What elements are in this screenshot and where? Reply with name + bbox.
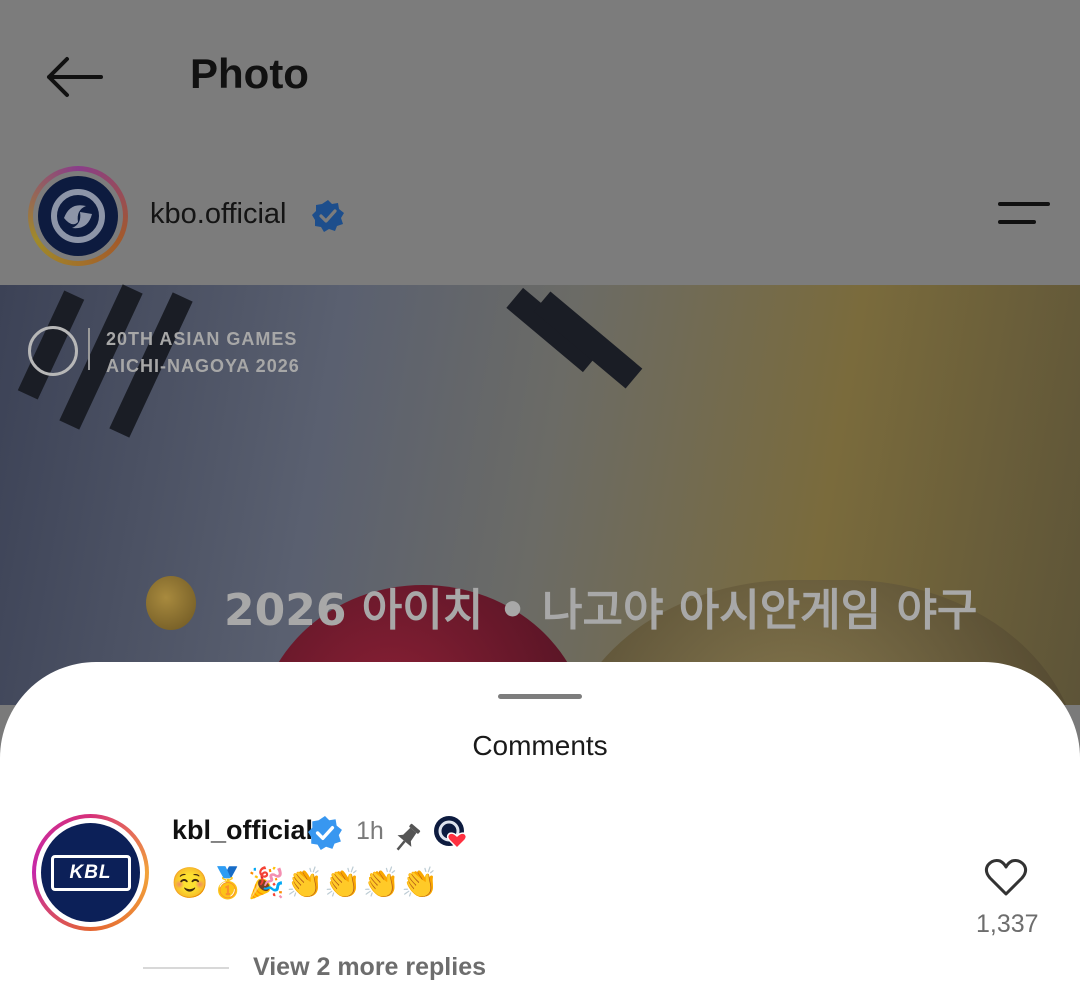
page-title: Photo	[190, 50, 309, 97]
verified-badge-icon	[308, 816, 342, 850]
view-replies-button[interactable]: View 2 more replies	[253, 953, 486, 982]
hamburger-menu-icon	[998, 202, 1050, 206]
verified-badge-icon	[312, 200, 344, 232]
comment-time: 1h	[356, 817, 384, 845]
gold-medal-icon	[146, 576, 196, 630]
post-author-avatar[interactable]	[28, 166, 128, 266]
comments-title: Comments	[472, 730, 608, 761]
top-bar	[0, 0, 1080, 150]
arrow-left-icon	[47, 57, 103, 97]
pin-icon	[396, 823, 421, 851]
post-username[interactable]: kbo.official	[150, 198, 287, 231]
photo-caption-text: 2026 아이치 • 나고야 아시안게임 야구	[224, 585, 978, 636]
back-button[interactable]	[38, 50, 108, 104]
sheet-drag-handle[interactable]	[498, 694, 582, 699]
author-liked-heart-icon	[434, 816, 468, 850]
photo-event-text: 20TH ASIAN GAMES AICHI-NAGOYA 2026	[106, 329, 300, 376]
comment-author-avatar[interactable]: KBL	[32, 814, 149, 931]
comment-text: ☺️🥇🎉👏👏👏👏	[171, 866, 440, 901]
like-count: 1,337	[976, 910, 1039, 938]
asian-games-logo-icon	[28, 326, 78, 376]
comment-username[interactable]: kbl_official	[172, 815, 313, 846]
kbl-logo-icon: KBL	[41, 823, 140, 922]
kbo-logo-icon	[38, 176, 118, 256]
comments-sheet	[0, 662, 1080, 1002]
heart-icon[interactable]	[984, 857, 1028, 897]
post-menu-button[interactable]	[990, 196, 1052, 236]
replies-divider	[143, 967, 229, 969]
